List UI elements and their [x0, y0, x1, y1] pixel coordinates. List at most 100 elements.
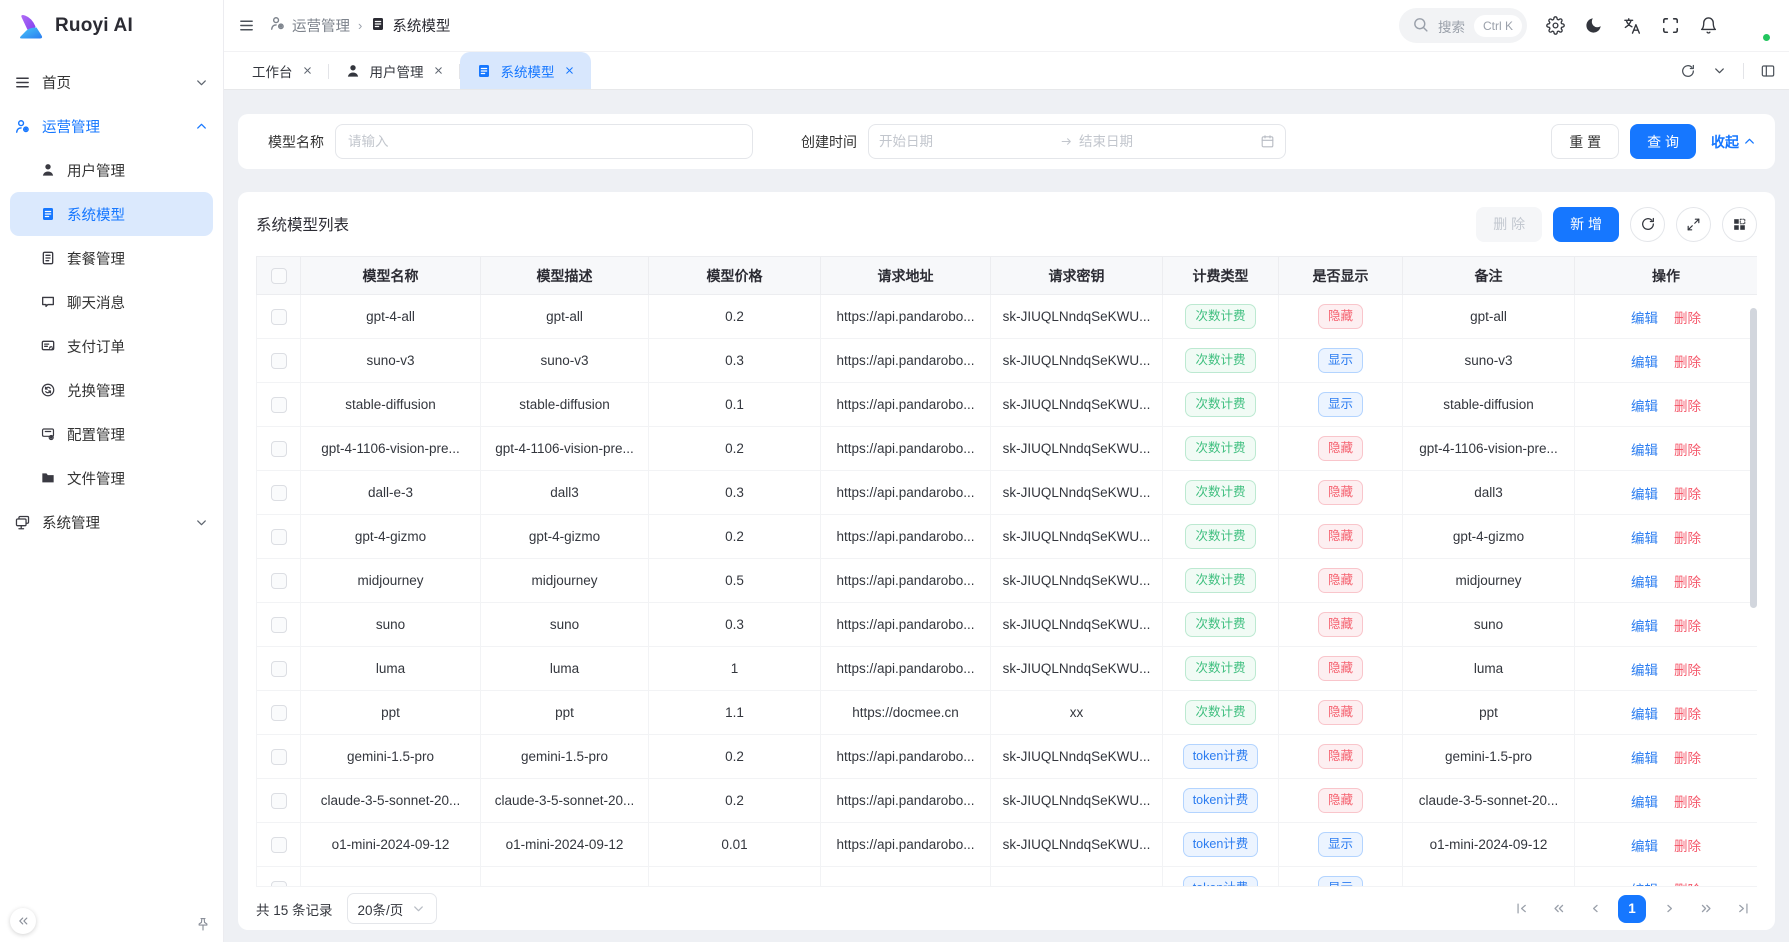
delete-link[interactable]: 删除: [1674, 355, 1701, 370]
edit-link[interactable]: 编辑: [1631, 795, 1658, 810]
query-button[interactable]: 查 询: [1630, 124, 1696, 159]
row-checkbox[interactable]: [271, 485, 287, 501]
row-checkbox[interactable]: [271, 705, 287, 721]
row-checkbox[interactable]: [271, 573, 287, 589]
table-row: sunosuno0.3https://api.pandarobo...sk-JI…: [257, 603, 1758, 647]
table-refresh-button[interactable]: [1630, 207, 1665, 242]
edit-link[interactable]: 编辑: [1631, 663, 1658, 678]
row-checkbox[interactable]: [271, 441, 287, 457]
start-date-input[interactable]: [879, 134, 1054, 149]
edit-link[interactable]: 编辑: [1631, 443, 1658, 458]
refresh-icon[interactable]: [1680, 63, 1696, 79]
sidebar-item-system[interactable]: 系统管理: [0, 500, 223, 544]
delete-link[interactable]: 删除: [1674, 795, 1701, 810]
layout-panel-icon[interactable]: [1760, 63, 1776, 79]
delete-link[interactable]: 删除: [1674, 663, 1701, 678]
page-prev-button[interactable]: [1581, 895, 1609, 923]
reset-button[interactable]: 重 置: [1551, 124, 1619, 159]
edit-link[interactable]: 编辑: [1631, 751, 1658, 766]
delete-link[interactable]: 删除: [1674, 707, 1701, 722]
row-checkbox[interactable]: [271, 661, 287, 677]
delete-link[interactable]: 删除: [1674, 487, 1701, 502]
delete-link[interactable]: 删除: [1674, 751, 1701, 766]
page-last-button[interactable]: [1729, 895, 1757, 923]
tab-workbench[interactable]: 工作台: [236, 52, 329, 89]
edit-link[interactable]: 编辑: [1631, 883, 1658, 887]
sidebar-item-models[interactable]: 系统模型: [10, 192, 213, 236]
date-range-picker[interactable]: [868, 124, 1286, 159]
breadcrumb-item-models[interactable]: 系统模型: [370, 15, 450, 36]
table-scrollbar[interactable]: [1750, 308, 1757, 608]
edit-link[interactable]: 编辑: [1631, 531, 1658, 546]
sidebar-item-exchange[interactable]: 兑换管理: [0, 368, 223, 412]
page-next-more-button[interactable]: [1692, 895, 1720, 923]
close-icon[interactable]: [433, 65, 444, 76]
fullscreen-icon[interactable]: [1661, 16, 1680, 35]
edit-link[interactable]: 编辑: [1631, 839, 1658, 854]
page-prev-more-button[interactable]: [1544, 895, 1572, 923]
sidebar-item-packages[interactable]: 套餐管理: [0, 236, 223, 280]
table-columns-button[interactable]: [1722, 207, 1757, 242]
cell-billing-type: 次数计费: [1163, 603, 1279, 647]
edit-link[interactable]: 编辑: [1631, 311, 1658, 326]
sidebar-item-users[interactable]: 用户管理: [0, 148, 223, 192]
brand[interactable]: Ruoyi AI: [0, 0, 223, 52]
sidebar-collapse-button[interactable]: [10, 908, 36, 934]
delete-link[interactable]: 删除: [1674, 311, 1701, 326]
delete-link[interactable]: 删除: [1674, 443, 1701, 458]
global-search[interactable]: 搜索 Ctrl K: [1399, 8, 1527, 43]
delete-link[interactable]: 删除: [1674, 619, 1701, 634]
chevron-down-icon[interactable]: [1712, 63, 1727, 78]
close-icon[interactable]: [564, 65, 575, 76]
delete-link[interactable]: 删除: [1674, 575, 1701, 590]
breadcrumb-item-operations[interactable]: 运营管理: [269, 15, 350, 36]
page-size-select[interactable]: 20条/页: [347, 893, 438, 924]
row-checkbox[interactable]: [271, 529, 287, 545]
notifications-bell-icon[interactable]: [1699, 16, 1718, 35]
row-checkbox[interactable]: [271, 617, 287, 633]
sidebar-item-orders[interactable]: 支付订单: [0, 324, 223, 368]
close-icon[interactable]: [302, 65, 313, 76]
select-all-checkbox[interactable]: [271, 268, 287, 284]
row-checkbox[interactable]: [271, 353, 287, 369]
model-name-input[interactable]: [335, 124, 753, 159]
dark-mode-icon[interactable]: [1584, 16, 1603, 35]
edit-link[interactable]: 编辑: [1631, 707, 1658, 722]
row-checkbox[interactable]: [271, 837, 287, 853]
delete-link[interactable]: 删除: [1674, 839, 1701, 854]
edit-link[interactable]: 编辑: [1631, 619, 1658, 634]
edit-link[interactable]: 编辑: [1631, 399, 1658, 414]
table-fullscreen-button[interactable]: [1676, 207, 1711, 242]
translate-icon[interactable]: [1622, 16, 1642, 36]
tab-users[interactable]: 用户管理: [329, 52, 460, 89]
gear-icon[interactable]: [1546, 16, 1565, 35]
collapse-filter-link[interactable]: 收起: [1711, 132, 1757, 152]
add-button[interactable]: 新 增: [1553, 207, 1619, 242]
row-checkbox[interactable]: [271, 793, 287, 809]
table-row: token计费显示编辑删除: [257, 867, 1758, 887]
delete-link[interactable]: 删除: [1674, 399, 1701, 414]
user-avatar[interactable]: [1737, 9, 1771, 43]
hamburger-icon[interactable]: [238, 17, 255, 34]
pin-icon[interactable]: [195, 916, 211, 932]
delete-link[interactable]: 删除: [1674, 531, 1701, 546]
sidebar-item-home[interactable]: 首页: [0, 60, 223, 104]
row-checkbox[interactable]: [271, 881, 287, 886]
tab-models[interactable]: 系统模型: [460, 52, 591, 89]
page-next-button[interactable]: [1655, 895, 1683, 923]
row-checkbox[interactable]: [271, 309, 287, 325]
sidebar-item-operations[interactable]: 运营管理: [0, 104, 223, 148]
page-first-button[interactable]: [1507, 895, 1535, 923]
sidebar-item-files[interactable]: 文件管理: [0, 456, 223, 500]
edit-link[interactable]: 编辑: [1631, 355, 1658, 370]
page-number-current[interactable]: 1: [1618, 895, 1646, 923]
end-date-input[interactable]: [1079, 134, 1254, 149]
delete-button[interactable]: 删 除: [1476, 207, 1542, 242]
delete-link[interactable]: 删除: [1674, 883, 1701, 887]
sidebar-item-config[interactable]: 配置管理: [0, 412, 223, 456]
edit-link[interactable]: 编辑: [1631, 487, 1658, 502]
edit-link[interactable]: 编辑: [1631, 575, 1658, 590]
sidebar-item-chat[interactable]: 聊天消息: [0, 280, 223, 324]
row-checkbox[interactable]: [271, 749, 287, 765]
row-checkbox[interactable]: [271, 397, 287, 413]
